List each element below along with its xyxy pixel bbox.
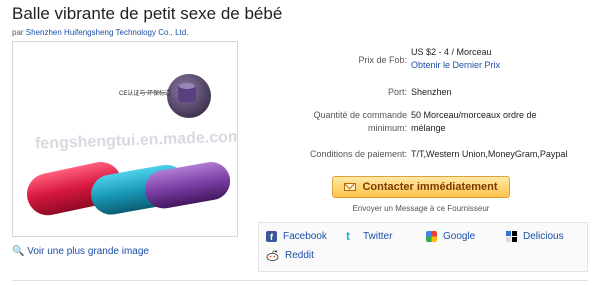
envelope-icon — [344, 183, 357, 191]
fob-value-block: US $2 - 4 / Morceau Obtenir le Dernier P… — [411, 46, 587, 72]
google-icon — [426, 231, 437, 242]
contact-subtext: Envoyer un Message à ce Fournisseur — [352, 204, 490, 213]
enlarge-image[interactable]: 🔍 Voir une plus grande image — [12, 246, 149, 257]
divider — [12, 280, 588, 281]
product-image[interactable]: CE认证与 环保标志 fengshengtui.en.made.com — [12, 41, 238, 237]
share-facebook[interactable]: f Facebook — [266, 231, 327, 242]
port-value: Shenzhen — [411, 87, 452, 97]
ce-pointer-line — [141, 92, 169, 93]
fob-label: Prix de Fob: — [358, 55, 407, 65]
moq-value: 50 Morceau/morceaux ordre de mélange — [411, 110, 537, 133]
facebook-icon: f — [266, 231, 277, 242]
port-label: Port: — [387, 87, 407, 97]
payment-label: Conditions de paiement: — [309, 149, 407, 159]
share-delicious[interactable]: Delicious — [506, 231, 564, 242]
supplier-prefix: par — [12, 28, 24, 37]
supplier-line: par Shenzhen Huifengsheng Technology Co.… — [12, 28, 188, 37]
moq-label: Quantité de commande minimum: — [313, 110, 407, 133]
contact-now-label: Contacter immédiatement — [362, 181, 498, 193]
magnifier-icon: 🔍 — [12, 246, 25, 257]
reddit-icon — [266, 250, 279, 261]
share-reddit[interactable]: Reddit — [266, 250, 314, 261]
twitter-icon: t — [346, 229, 350, 243]
facebook-link[interactable]: Facebook — [283, 231, 327, 242]
payment-value: T/T,Western Union,MoneyGram,Paypal — [411, 149, 568, 159]
share-box — [258, 222, 588, 272]
delicious-link[interactable]: Delicious — [523, 231, 564, 242]
share-google[interactable]: Google — [426, 231, 475, 242]
product-title: Balle vibrante de petit sexe de bébé — [12, 4, 283, 23]
supplier-link[interactable]: Shenzhen Huifengsheng Technology Co., Lt… — [26, 28, 189, 37]
delicious-icon — [506, 231, 517, 242]
reddit-link[interactable]: Reddit — [285, 250, 314, 261]
google-link[interactable]: Google — [443, 231, 475, 242]
fob-value: US $2 - 4 / Morceau — [411, 47, 492, 57]
share-twitter[interactable]: t Twitter — [346, 229, 392, 243]
latest-price-link[interactable]: Obtenir le Dernier Prix — [411, 60, 500, 70]
twitter-link[interactable]: Twitter — [363, 231, 392, 242]
contact-now-button[interactable]: Contacter immédiatement — [332, 176, 510, 198]
enlarge-link[interactable]: Voir une plus grande image — [27, 246, 149, 257]
